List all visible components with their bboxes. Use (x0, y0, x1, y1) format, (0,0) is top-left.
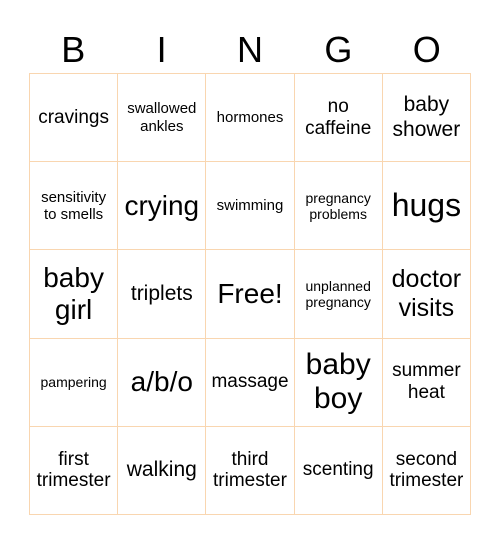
free-space-cell[interactable]: Free! (206, 250, 295, 339)
header-letter-b: B (61, 29, 86, 70)
bingo-cell[interactable]: pampering (30, 338, 119, 427)
cell-label: baby girl (43, 261, 104, 325)
cell-label: unplanned pregnancy (305, 277, 371, 310)
free-space-label: Free! (217, 277, 283, 309)
cell-label: second trimester (389, 448, 464, 492)
bingo-cell[interactable]: first trimester (30, 426, 119, 515)
bingo-cell[interactable]: a/b/o (118, 338, 207, 427)
cell-label: a/b/o (130, 366, 193, 398)
cell-label: swimming (216, 197, 284, 215)
cell-label: triplets (130, 281, 193, 305)
header-letter-n: N (236, 29, 263, 70)
bingo-cell[interactable]: swimming (206, 162, 295, 251)
bingo-cell[interactable]: pregnancy problems (294, 162, 383, 251)
cell-label: cravings (38, 106, 109, 128)
cell-label: first trimester (36, 448, 111, 492)
bingo-cell[interactable]: summer heat (382, 338, 471, 427)
cell-label: massage (211, 371, 289, 393)
cell-label: pregnancy problems (305, 189, 371, 222)
bingo-cell[interactable]: no caffeine (294, 74, 383, 163)
bingo-cell[interactable]: baby shower (382, 74, 471, 163)
cell-label: walking (126, 458, 197, 482)
header-letter-i: I (156, 29, 167, 70)
bingo-cell[interactable]: sensitivity to smells (30, 162, 119, 251)
bingo-cell[interactable]: hugs (382, 162, 471, 251)
bingo-cell[interactable]: crying (118, 162, 207, 251)
bingo-cell[interactable]: third trimester (206, 426, 295, 515)
bingo-cell[interactable]: baby girl (30, 250, 119, 339)
bingo-header: B I N G O (29, 28, 471, 72)
bingo-board: cravings swallowed ankles hormones no ca… (29, 73, 471, 515)
cell-label: sensitivity to smells (41, 188, 107, 223)
header-letter-o: O (412, 29, 441, 70)
cell-label: scenting (302, 459, 374, 481)
bingo-cell[interactable]: massage (206, 338, 295, 427)
cell-label: crying (124, 189, 200, 221)
cell-label: no caffeine (305, 95, 372, 139)
cell-label: third trimester (213, 448, 287, 492)
bingo-cell[interactable]: doctor visits (382, 250, 471, 339)
cell-label: baby shower (392, 93, 461, 141)
bingo-cell[interactable]: hormones (206, 74, 295, 163)
bingo-cell[interactable]: baby boy (294, 338, 383, 427)
cell-label: baby boy (305, 347, 371, 416)
bingo-cell[interactable]: second trimester (382, 426, 471, 515)
cell-label: hormones (216, 108, 284, 126)
header-letter-g: G (324, 29, 353, 70)
bingo-cell[interactable]: cravings (30, 74, 119, 163)
bingo-cell[interactable]: walking (118, 426, 207, 515)
cell-label: doctor visits (391, 265, 462, 322)
cell-label: hugs (391, 187, 462, 224)
cell-label: summer heat (392, 360, 461, 404)
bingo-cell[interactable]: unplanned pregnancy (294, 250, 383, 339)
cell-label: pampering (40, 374, 107, 391)
bingo-cell[interactable]: triplets (118, 250, 207, 339)
bingo-cell[interactable]: swallowed ankles (118, 74, 207, 163)
bingo-cell[interactable]: scenting (294, 426, 383, 515)
cell-label: swallowed ankles (127, 100, 197, 135)
